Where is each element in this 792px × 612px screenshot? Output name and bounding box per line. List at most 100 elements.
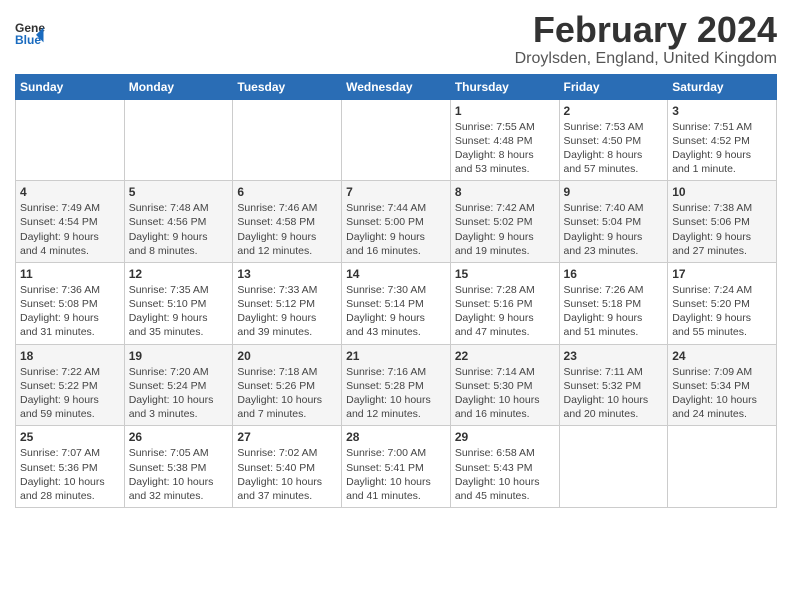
calendar-cell: 5 Sunrise: 7:48 AM Sunset: 4:56 PM Daylig…: [124, 181, 233, 263]
day-number: 9: [564, 185, 664, 199]
day-number: 3: [672, 104, 772, 118]
day-info: Sunrise: 7:07 AM Sunset: 5:36 PM Dayligh…: [20, 447, 105, 502]
day-number: 7: [346, 185, 446, 199]
calendar-table: SundayMondayTuesdayWednesdayThursdayFrid…: [15, 74, 777, 508]
calendar-cell: 11 Sunrise: 7:36 AM Sunset: 5:08 PM Dayli…: [16, 262, 125, 344]
calendar-cell: 21 Sunrise: 7:16 AM Sunset: 5:28 PM Dayli…: [342, 344, 451, 426]
calendar-cell: 18 Sunrise: 7:22 AM Sunset: 5:22 PM Dayli…: [16, 344, 125, 426]
day-number: 23: [564, 349, 664, 363]
calendar-cell: [559, 426, 668, 508]
day-info: Sunrise: 7:00 AM Sunset: 5:41 PM Dayligh…: [346, 447, 431, 502]
header-day-thursday: Thursday: [450, 74, 559, 99]
calendar-cell: 13 Sunrise: 7:33 AM Sunset: 5:12 PM Dayli…: [233, 262, 342, 344]
calendar-cell: 29 Sunrise: 6:58 AM Sunset: 5:43 PM Dayli…: [450, 426, 559, 508]
week-row-1: 1 Sunrise: 7:55 AM Sunset: 4:48 PM Daylig…: [16, 99, 777, 181]
calendar-cell: 2 Sunrise: 7:53 AM Sunset: 4:50 PM Daylig…: [559, 99, 668, 181]
calendar-cell: 19Sunrise: 7:20 AM Sunset: 5:24 PM Dayli…: [124, 344, 233, 426]
day-number: 6: [237, 185, 337, 199]
week-row-3: 11 Sunrise: 7:36 AM Sunset: 5:08 PM Dayli…: [16, 262, 777, 344]
day-number: 12: [129, 267, 229, 281]
day-info: Sunrise: 7:53 AM Sunset: 4:50 PM Dayligh…: [564, 121, 644, 176]
calendar-header: SundayMondayTuesdayWednesdayThursdayFrid…: [16, 74, 777, 99]
calendar-cell: [16, 99, 125, 181]
header: General Blue February 2024 Droylsden, En…: [15, 10, 777, 68]
calendar-body: 1 Sunrise: 7:55 AM Sunset: 4:48 PM Daylig…: [16, 99, 777, 507]
calendar-cell: 3 Sunrise: 7:51 AM Sunset: 4:52 PM Daylig…: [668, 99, 777, 181]
calendar-cell: 12 Sunrise: 7:35 AM Sunset: 5:10 PM Dayli…: [124, 262, 233, 344]
header-day-friday: Friday: [559, 74, 668, 99]
day-number: 18: [20, 349, 120, 363]
day-info: Sunrise: 7:24 AM Sunset: 5:20 PM Dayligh…: [672, 284, 752, 339]
day-info: Sunrise: 7:44 AM Sunset: 5:00 PM Dayligh…: [346, 202, 426, 257]
day-number: 24: [672, 349, 772, 363]
calendar-cell: [124, 99, 233, 181]
day-number: 13: [237, 267, 337, 281]
day-info: Sunrise: 7:22 AM Sunset: 5:22 PM Dayligh…: [20, 366, 100, 421]
day-number: 11: [20, 267, 120, 281]
calendar-cell: 4Sunrise: 7:49 AM Sunset: 4:54 PM Daylig…: [16, 181, 125, 263]
logo: General Blue: [15, 18, 49, 48]
calendar-cell: 20 Sunrise: 7:18 AM Sunset: 5:26 PM Dayli…: [233, 344, 342, 426]
day-number: 10: [672, 185, 772, 199]
calendar-cell: 1 Sunrise: 7:55 AM Sunset: 4:48 PM Daylig…: [450, 99, 559, 181]
header-row: SundayMondayTuesdayWednesdayThursdayFrid…: [16, 74, 777, 99]
day-info: Sunrise: 7:28 AM Sunset: 5:16 PM Dayligh…: [455, 284, 535, 339]
calendar-cell: [342, 99, 451, 181]
day-number: 29: [455, 430, 555, 444]
day-info: Sunrise: 7:02 AM Sunset: 5:40 PM Dayligh…: [237, 447, 322, 502]
day-info: Sunrise: 7:36 AM Sunset: 5:08 PM Dayligh…: [20, 284, 100, 339]
week-row-5: 25 Sunrise: 7:07 AM Sunset: 5:36 PM Dayli…: [16, 426, 777, 508]
calendar-cell: 17 Sunrise: 7:24 AM Sunset: 5:20 PM Dayli…: [668, 262, 777, 344]
header-day-wednesday: Wednesday: [342, 74, 451, 99]
calendar-cell: 9 Sunrise: 7:40 AM Sunset: 5:04 PM Daylig…: [559, 181, 668, 263]
day-number: 22: [455, 349, 555, 363]
header-day-sunday: Sunday: [16, 74, 125, 99]
day-number: 16: [564, 267, 664, 281]
day-info: Sunrise: 7:18 AM Sunset: 5:26 PM Dayligh…: [237, 366, 322, 421]
day-info: Sunrise: 7:26 AM Sunset: 5:18 PM Dayligh…: [564, 284, 644, 339]
day-info: Sunrise: 7:05 AM Sunset: 5:38 PM Dayligh…: [129, 447, 214, 502]
day-number: 17: [672, 267, 772, 281]
header-day-monday: Monday: [124, 74, 233, 99]
month-title: February 2024: [515, 10, 777, 50]
week-row-4: 18 Sunrise: 7:22 AM Sunset: 5:22 PM Dayli…: [16, 344, 777, 426]
calendar-cell: 28 Sunrise: 7:00 AM Sunset: 5:41 PM Dayli…: [342, 426, 451, 508]
title-area: February 2024 Droylsden, England, United…: [515, 10, 777, 68]
day-number: 26: [129, 430, 229, 444]
header-day-saturday: Saturday: [668, 74, 777, 99]
day-info: Sunrise: 7:30 AM Sunset: 5:14 PM Dayligh…: [346, 284, 426, 339]
day-number: 2: [564, 104, 664, 118]
day-info: Sunrise: 7:16 AM Sunset: 5:28 PM Dayligh…: [346, 366, 431, 421]
calendar-cell: 14 Sunrise: 7:30 AM Sunset: 5:14 PM Dayli…: [342, 262, 451, 344]
calendar-cell: [233, 99, 342, 181]
day-number: 14: [346, 267, 446, 281]
day-info: Sunrise: 6:58 AM Sunset: 5:43 PM Dayligh…: [455, 447, 540, 502]
day-info: Sunrise: 7:35 AM Sunset: 5:10 PM Dayligh…: [129, 284, 209, 339]
day-number: 4: [20, 185, 120, 199]
day-info: Sunrise: 7:33 AM Sunset: 5:12 PM Dayligh…: [237, 284, 317, 339]
calendar-cell: [668, 426, 777, 508]
day-number: 1: [455, 104, 555, 118]
calendar-cell: 7 Sunrise: 7:44 AM Sunset: 5:00 PM Daylig…: [342, 181, 451, 263]
day-info: Sunrise: 7:48 AM Sunset: 4:56 PM Dayligh…: [129, 202, 209, 257]
day-number: 25: [20, 430, 120, 444]
day-number: 15: [455, 267, 555, 281]
day-number: 27: [237, 430, 337, 444]
day-info: Sunrise: 7:51 AM Sunset: 4:52 PM Dayligh…: [672, 121, 752, 176]
day-number: 5: [129, 185, 229, 199]
calendar-cell: 27 Sunrise: 7:02 AM Sunset: 5:40 PM Dayli…: [233, 426, 342, 508]
calendar-cell: 15 Sunrise: 7:28 AM Sunset: 5:16 PM Dayli…: [450, 262, 559, 344]
day-number: 21: [346, 349, 446, 363]
calendar-cell: 6Sunrise: 7:46 AM Sunset: 4:58 PM Daylig…: [233, 181, 342, 263]
day-number: 19: [129, 349, 229, 363]
day-info: Sunrise: 7:40 AM Sunset: 5:04 PM Dayligh…: [564, 202, 644, 257]
location-subtitle: Droylsden, England, United Kingdom: [515, 50, 777, 68]
day-info: Sunrise: 7:55 AM Sunset: 4:48 PM Dayligh…: [455, 121, 535, 176]
day-info: Sunrise: 7:42 AM Sunset: 5:02 PM Dayligh…: [455, 202, 535, 257]
day-number: 8: [455, 185, 555, 199]
day-number: 20: [237, 349, 337, 363]
day-info: Sunrise: 7:38 AM Sunset: 5:06 PM Dayligh…: [672, 202, 752, 257]
calendar-cell: 26 Sunrise: 7:05 AM Sunset: 5:38 PM Dayli…: [124, 426, 233, 508]
calendar-cell: 16 Sunrise: 7:26 AM Sunset: 5:18 PM Dayli…: [559, 262, 668, 344]
day-number: 28: [346, 430, 446, 444]
